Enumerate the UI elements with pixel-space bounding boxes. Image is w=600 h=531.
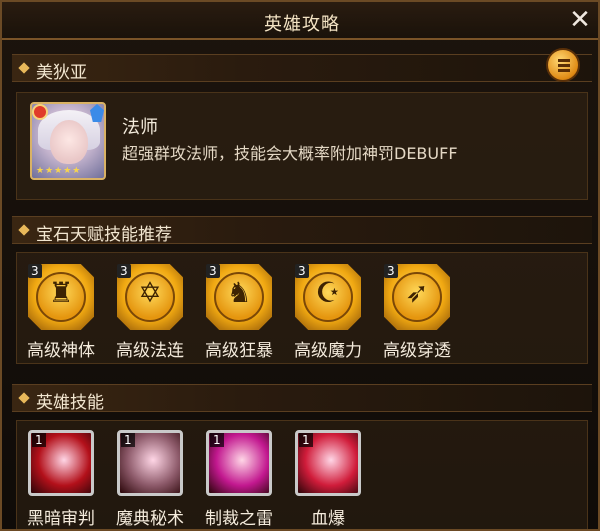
skill-level: 1 <box>32 433 46 447</box>
hero-guide-window: 英雄攻略 ✕ 美狄亚 ★★★★★ 法师 超强群攻法师，技能会大概率附加神罚DEB… <box>0 0 600 531</box>
talent-label: 高级穿透 <box>383 341 451 361</box>
talent-label: 高级神体 <box>27 341 95 361</box>
skill-blood-burst-icon[interactable]: 1 <box>295 430 361 496</box>
skill-label: 魔典秘术 <box>116 509 184 529</box>
skill-dark-slash-icon[interactable]: 1 <box>28 430 94 496</box>
skill-level: 1 <box>299 433 313 447</box>
talent-level: 3 <box>117 264 131 278</box>
talent-level: 3 <box>295 264 309 278</box>
skill-level: 1 <box>210 433 224 447</box>
skill-label: 黑暗审判 <box>27 509 95 529</box>
diamond-bullet-icon <box>18 224 30 236</box>
talent-section-title: 宝石天赋技能推荐 <box>36 225 172 245</box>
figure-icon: ♜ <box>48 276 74 309</box>
notes-button[interactable] <box>546 48 580 82</box>
hero-description: 超强群攻法师，技能会大概率附加神罚DEBUFF <box>122 144 458 163</box>
talent-label: 高级狂暴 <box>205 341 273 361</box>
rage-icon: ♞ <box>226 276 252 309</box>
skill-label: 制裁之雷 <box>205 509 273 529</box>
hero-name: 美狄亚 <box>36 63 87 83</box>
skill-label: 血爆 <box>311 509 345 529</box>
talent-level: 3 <box>28 264 42 278</box>
talent-level: 3 <box>384 264 398 278</box>
diamond-bullet-icon <box>18 392 30 404</box>
hero-stars: ★★★★★ <box>36 166 82 176</box>
talent-label: 高级法连 <box>116 341 184 361</box>
skill-section-title: 英雄技能 <box>36 393 104 413</box>
hero-class: 法师 <box>122 117 158 138</box>
portrait-face <box>50 120 88 164</box>
skill-section-header: 英雄技能 <box>12 384 592 413</box>
talent-rage-icon[interactable]: ♞ 3 <box>206 264 272 330</box>
pierce-icon: ➶ <box>405 276 429 309</box>
window-title: 英雄攻略 <box>264 14 340 35</box>
skill-level: 1 <box>121 433 135 447</box>
talent-label: 高级魔力 <box>294 341 362 361</box>
talent-section-header: 宝石天赋技能推荐 <box>12 216 592 245</box>
notes-icon <box>558 59 570 72</box>
close-icon[interactable]: ✕ <box>566 6 594 34</box>
diamond-bullet-icon <box>18 62 30 74</box>
faction-badge-icon <box>32 104 48 120</box>
talent-level: 3 <box>206 264 220 278</box>
crescent-icon: ☪ <box>315 276 341 309</box>
skill-thunder-icon[interactable]: 1 <box>206 430 272 496</box>
title-bar: 英雄攻略 ✕ <box>2 2 598 40</box>
hero-portrait[interactable]: ★★★★★ <box>30 102 106 180</box>
talent-crescent-icon[interactable]: ☪ 3 <box>295 264 361 330</box>
talent-figure-icon[interactable]: ♜ 3 <box>28 264 94 330</box>
talent-pierce-icon[interactable]: ➶ 3 <box>384 264 450 330</box>
talent-hexagram-icon[interactable]: ✡ 3 <box>117 264 183 330</box>
hero-section-header: 美狄亚 <box>12 54 592 83</box>
hexagram-icon: ✡ <box>138 276 162 309</box>
skill-spellbook-icon[interactable]: 1 <box>117 430 183 496</box>
